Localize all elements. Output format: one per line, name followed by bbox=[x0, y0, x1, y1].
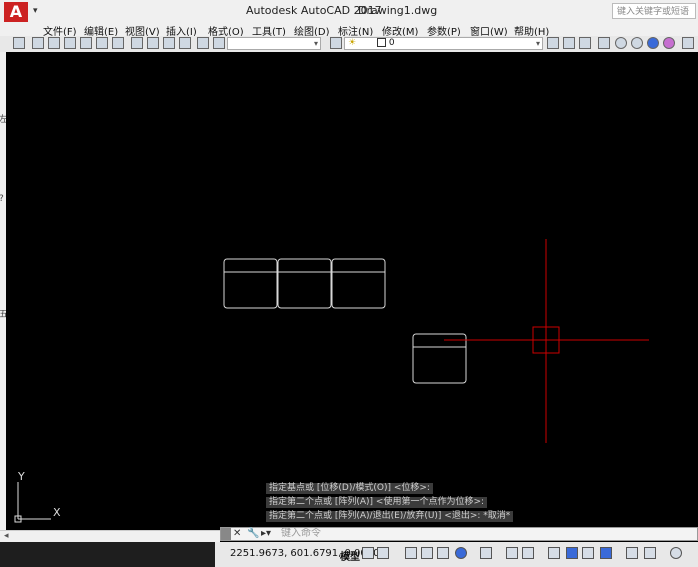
ucs-icon bbox=[14, 482, 51, 523]
menu-bar: 文件(F) 编辑(E) 视图(V) 插入(I) 格式(O) 工具(T) 绘图(D… bbox=[0, 22, 698, 38]
title-bar: A ▾ Autodesk AutoCAD 2017 Drawing1.dwg 键… bbox=[0, 0, 698, 23]
recent-commands-icon[interactable]: ▸▾ bbox=[261, 528, 271, 539]
drawn-box-moving bbox=[412, 333, 467, 384]
command-line[interactable]: ✕ 🔧 ▸▾ 键入命令 bbox=[220, 527, 698, 541]
quick-access-dropdown-icon[interactable]: ▾ bbox=[33, 6, 43, 16]
wrench-icon[interactable]: 🔧 bbox=[247, 528, 259, 539]
drawn-box bbox=[277, 258, 332, 309]
search-input[interactable]: 键入关键字或短语 bbox=[612, 3, 696, 19]
autocad-logo-icon[interactable]: A bbox=[4, 2, 28, 22]
ucs-x-label: X bbox=[53, 506, 61, 519]
model-space-button[interactable]: 模型 bbox=[340, 548, 360, 563]
layer-match-icon[interactable] bbox=[147, 37, 159, 49]
lineweight-icon[interactable] bbox=[548, 547, 560, 559]
command-history-line: 指定第二个点或 [阵列(A)] <使用第一个点作为位移>: bbox=[266, 497, 488, 508]
save-as-icon[interactable] bbox=[80, 37, 92, 49]
layer-previous-state-icon[interactable] bbox=[563, 37, 575, 49]
shaded-sphere-icon[interactable] bbox=[615, 37, 627, 49]
drawn-box bbox=[223, 258, 278, 309]
render-sphere-icon[interactable] bbox=[663, 37, 675, 49]
new-file-icon[interactable] bbox=[32, 37, 44, 49]
grip-handle-icon[interactable] bbox=[221, 528, 231, 540]
isodraft-icon[interactable] bbox=[480, 547, 492, 559]
save-icon[interactable] bbox=[64, 37, 76, 49]
plot-icon[interactable] bbox=[96, 37, 108, 49]
snap-icon[interactable] bbox=[377, 547, 389, 559]
command-history-line: 指定第二个点或 [阵列(A)/退出(E)/放弃(U)] <退出>: *取消* bbox=[266, 511, 514, 522]
visual-style-icon[interactable] bbox=[598, 37, 610, 49]
plot-preview-icon[interactable] bbox=[112, 37, 124, 49]
toolbar: ▾ ☀ 0 ▾ bbox=[0, 36, 698, 53]
dynamic-input-icon[interactable] bbox=[421, 547, 433, 559]
set-current-layer-icon[interactable] bbox=[547, 37, 559, 49]
ucs-y-label: Y bbox=[18, 470, 25, 483]
grid-icon[interactable] bbox=[362, 547, 374, 559]
drawing-canvas[interactable]: Y X 指定基点或 [位移(D)/模式(O)] <位移>: 指定第二个点或 [阵… bbox=[6, 52, 698, 530]
ortho-icon[interactable] bbox=[437, 547, 449, 559]
layer-properties-icon[interactable] bbox=[330, 37, 342, 49]
workspace-icon[interactable] bbox=[13, 37, 25, 49]
lightbulb-icon: ☀ bbox=[348, 38, 357, 48]
selection-filter-icon[interactable] bbox=[644, 547, 656, 559]
gizmo-icon[interactable] bbox=[670, 547, 682, 559]
crosshair-cursor-icon bbox=[444, 239, 649, 443]
realistic-sphere-icon[interactable] bbox=[631, 37, 643, 49]
undo-icon[interactable] bbox=[213, 37, 225, 49]
close-icon[interactable]: ✕ bbox=[233, 528, 241, 539]
dynamic-ucs-icon[interactable] bbox=[626, 547, 638, 559]
infer-constraints-icon[interactable] bbox=[405, 547, 417, 559]
layer-previous-icon[interactable] bbox=[163, 37, 175, 49]
drawn-box bbox=[331, 258, 386, 309]
command-input[interactable]: 键入命令 bbox=[281, 528, 321, 540]
object-snap-icon[interactable] bbox=[522, 547, 534, 559]
layer-color-swatch bbox=[376, 38, 386, 47]
conceptual-sphere-icon[interactable] bbox=[647, 37, 659, 49]
object-snap-tracking-icon[interactable] bbox=[506, 547, 518, 559]
chevron-down-icon: ▾ bbox=[535, 39, 540, 48]
layer-isolate-icon[interactable] bbox=[179, 37, 191, 49]
more-tools-icon[interactable] bbox=[682, 37, 694, 49]
layer-state-icon[interactable] bbox=[131, 37, 143, 49]
chevron-down-icon: ▾ bbox=[313, 39, 318, 48]
status-bar: 2251.9673, 601.6791, 0.0000 模型 bbox=[0, 542, 698, 567]
workspace-combo[interactable]: ▾ bbox=[227, 37, 321, 50]
open-file-icon[interactable] bbox=[48, 37, 60, 49]
layer-value: 0 bbox=[388, 38, 395, 48]
transparency-icon[interactable] bbox=[566, 547, 578, 559]
palette-label: ? bbox=[0, 194, 4, 204]
document-title: Drawing1.dwg bbox=[358, 4, 438, 17]
polar-tracking-icon[interactable] bbox=[455, 547, 467, 559]
canvas-geometry bbox=[14, 239, 649, 523]
layer-combo[interactable]: ☀ 0 ▾ bbox=[344, 37, 543, 50]
layer-states-manager-icon[interactable] bbox=[579, 37, 591, 49]
3d-object-snap-icon[interactable] bbox=[600, 547, 612, 559]
status-bar-dark-area bbox=[0, 542, 215, 567]
block-editor-icon[interactable] bbox=[197, 37, 209, 49]
scroll-left-icon[interactable]: ◂ bbox=[4, 531, 9, 541]
command-history-line: 指定基点或 [位移(D)/模式(O)] <位移>: bbox=[266, 483, 433, 494]
drawn-geometry-group bbox=[223, 258, 467, 384]
selection-cycling-icon[interactable] bbox=[582, 547, 594, 559]
